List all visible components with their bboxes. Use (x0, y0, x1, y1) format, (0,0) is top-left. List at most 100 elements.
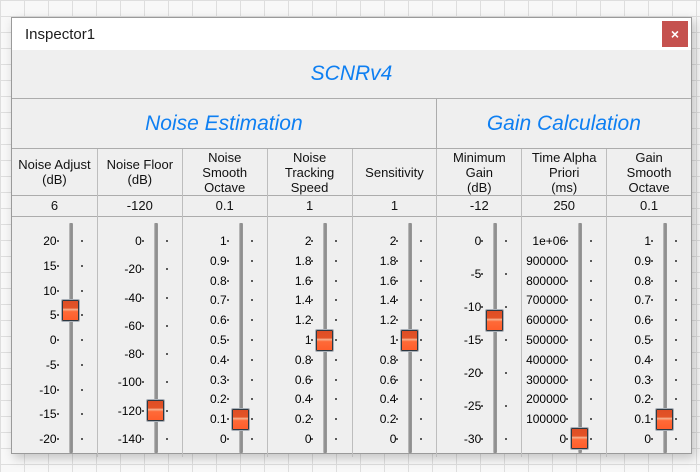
slider-thumb[interactable] (655, 408, 674, 431)
slider-thumb[interactable] (400, 329, 419, 352)
column-header-line: Sensitivity (365, 165, 424, 180)
tick-label: -20 (100, 262, 142, 276)
tick-label: 1 (609, 234, 651, 248)
tick-mark-left (566, 260, 568, 262)
tick-mark-left (566, 438, 568, 440)
tick-mark-left (227, 379, 229, 381)
tick-mark-right (81, 240, 83, 242)
column-header-line: Noise (293, 150, 326, 165)
tick-mark-left (481, 405, 483, 407)
tick-mark-right (251, 260, 253, 262)
tick-mark-right (166, 353, 168, 355)
column-header-line: Minimum (453, 150, 506, 165)
tick-mark-left (566, 359, 568, 361)
tick-mark-right (420, 379, 422, 381)
tick-label: 300000 (524, 373, 566, 387)
tick-mark-left (142, 268, 144, 270)
tick-mark-left (142, 353, 144, 355)
tick-label: 1.8 (355, 254, 397, 268)
vertical-slider[interactable]: 21.81.61.41.210.80.60.40.20 (353, 217, 437, 457)
tick-label: 0.2 (185, 392, 227, 406)
tick-label: 1 (355, 333, 397, 347)
slider-thumb[interactable] (61, 299, 80, 322)
vertical-slider[interactable]: 0-20-40-60-80-100-120-140 (98, 217, 182, 457)
tick-mark-right (505, 306, 507, 308)
vertical-slider[interactable]: 1e+0690000080000070000060000050000040000… (522, 217, 606, 457)
tick-mark-left (566, 240, 568, 242)
tick-mark-right (590, 438, 592, 440)
tick-mark-left (651, 438, 653, 440)
tick-mark-right (335, 438, 337, 440)
tick-label: -60 (100, 319, 142, 333)
column-header-line: Octave (204, 180, 245, 195)
tick-mark-right (335, 319, 337, 321)
close-button[interactable]: × (662, 21, 688, 47)
slider-thumb[interactable] (485, 309, 504, 332)
column-header: NoiseSmoothOctave (183, 149, 267, 196)
tick-mark-left (651, 359, 653, 361)
column-header-line: Smooth (202, 165, 247, 180)
tick-mark-right (335, 418, 337, 420)
section-gain-calculation: Gain Calculation (436, 99, 691, 148)
tick-mark-left (481, 306, 483, 308)
vertical-slider[interactable]: 0-5-10-15-20-25-30 (437, 217, 521, 457)
tick-label: 1.2 (270, 313, 312, 327)
tick-mark-right (420, 299, 422, 301)
tick-mark-right (166, 381, 168, 383)
tick-label: 1e+06 (524, 234, 566, 248)
tick-mark-right (505, 339, 507, 341)
window-titlebar[interactable]: Inspector1 × (12, 18, 691, 50)
slider-thumb[interactable] (146, 399, 165, 422)
tick-label: -30 (439, 432, 481, 446)
vertical-slider[interactable]: 21.81.61.41.210.80.60.40.20 (268, 217, 352, 457)
tick-mark-left (311, 240, 313, 242)
vertical-slider[interactable]: 10.90.80.70.60.50.40.30.20.10 (183, 217, 267, 457)
vertical-slider[interactable]: 20151050-5-10-15-20 (12, 217, 97, 457)
tick-mark-left (227, 299, 229, 301)
tick-mark-left (566, 398, 568, 400)
tick-label: 0.2 (270, 412, 312, 426)
tick-mark-right (590, 240, 592, 242)
section-header-row: Noise Estimation Gain Calculation (12, 99, 691, 149)
slider-track[interactable] (69, 223, 73, 453)
slider-thumb[interactable] (231, 408, 250, 431)
tick-mark-right (81, 314, 83, 316)
tick-mark-left (651, 319, 653, 321)
tick-label: 0.1 (609, 412, 651, 426)
column-header: Noise Floor(dB) (98, 149, 182, 196)
slider-thumb[interactable] (570, 427, 589, 450)
tick-mark-right (675, 299, 677, 301)
tick-label: 0.4 (355, 392, 397, 406)
tick-mark-right (251, 319, 253, 321)
tick-mark-left (651, 280, 653, 282)
tick-mark-right (420, 280, 422, 282)
tick-mark-right (81, 413, 83, 415)
tick-mark-left (651, 418, 653, 420)
slider-track[interactable] (578, 223, 582, 453)
tick-mark-left (142, 240, 144, 242)
tick-mark-right (81, 364, 83, 366)
tick-label: -15 (439, 333, 481, 347)
tick-mark-left (481, 438, 483, 440)
slider-thumb[interactable] (315, 329, 334, 352)
tick-label: 0.9 (609, 254, 651, 268)
tick-mark-left (481, 240, 483, 242)
current-value: 0.1 (183, 196, 267, 217)
tick-label: 0.8 (609, 274, 651, 288)
tick-mark-left (57, 339, 59, 341)
tick-label: 0.6 (355, 373, 397, 387)
tick-label: 20 (14, 234, 57, 248)
vertical-slider[interactable]: 10.90.80.70.60.50.40.30.20.10 (607, 217, 691, 457)
tick-mark-left (311, 418, 313, 420)
tick-mark-left (57, 314, 59, 316)
slider-track[interactable] (493, 223, 497, 453)
tick-mark-left (396, 240, 398, 242)
tick-label: -40 (100, 291, 142, 305)
tick-label: 500000 (524, 333, 566, 347)
close-icon: × (671, 26, 679, 42)
tick-mark-left (396, 319, 398, 321)
tick-mark-right (251, 438, 253, 440)
tick-label: 0.4 (609, 353, 651, 367)
tick-mark-left (651, 339, 653, 341)
tick-mark-left (311, 280, 313, 282)
